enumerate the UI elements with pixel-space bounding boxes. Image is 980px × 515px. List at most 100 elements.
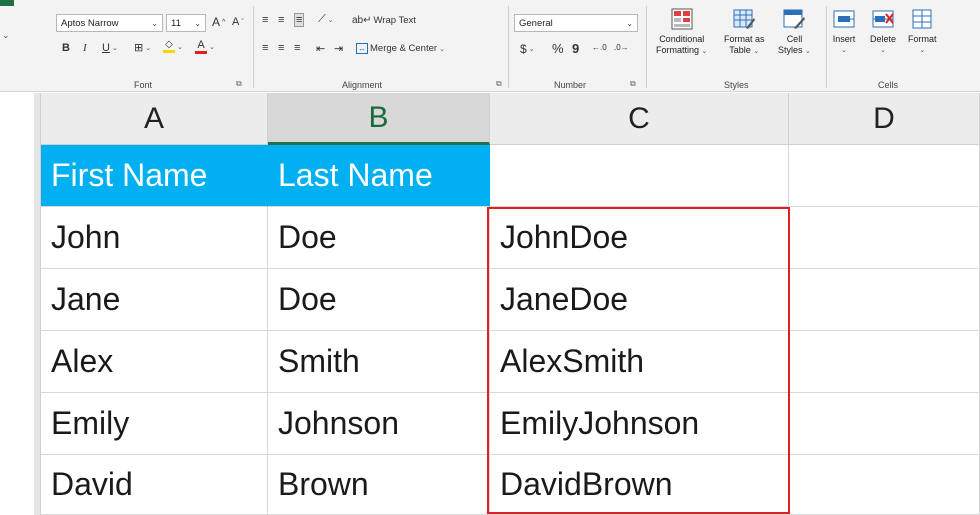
bold-button[interactable]: B [62,42,70,54]
comma-style-button[interactable]: 9 [572,41,579,56]
bottom-align-icon[interactable]: ≡ [294,13,305,27]
cell-a2[interactable]: John [41,207,268,269]
cell-d3[interactable] [789,269,980,331]
cell-b6[interactable]: Brown [268,455,490,515]
format-cells-icon [912,9,932,29]
font-name-combo[interactable]: Aptos Narrow ⌄ [56,14,163,32]
wrap-text-icon: ab↵ [352,15,372,26]
decrease-decimal-icon[interactable]: .0→ [614,43,629,52]
chevron-down-icon: ⌄ [194,18,201,28]
delete-cells-icon [872,10,894,28]
cell-d5[interactable] [789,393,980,455]
chevron-down-icon: ⌄ [880,47,886,54]
cells-group: Insert ⌄ Delete ⌄ Format ⌄ Cells [828,0,980,92]
column-header-b[interactable]: B [268,93,490,145]
font-group: Aptos Narrow ⌄ 11 ⌄ A ^ Aˇ B I U ⌄ ⊞ ⌄ ◇ ⌄ … [50,0,250,92]
underline-button[interactable]: U ⌄ [102,42,118,54]
cell-a4[interactable]: Alex [41,331,268,393]
number-dialog-launcher-icon[interactable]: ⧉ [630,79,636,89]
borders-button[interactable]: ⊞ ⌄ [134,41,151,54]
align-left-icon[interactable]: ≡ [262,42,268,54]
cell-c6[interactable]: DavidBrown [490,455,789,515]
font-size-value: 11 [171,17,181,29]
chevron-down-icon: ⌄ [528,46,535,53]
chevron-down-icon: ⌄ [151,18,158,28]
orientation-button[interactable]: ⟋ ⌄ [318,13,334,26]
currency-format-button[interactable]: $ ⌄ [520,42,535,56]
number-format-value: General [519,17,553,29]
middle-align-icon[interactable]: ≡ [278,14,284,26]
cell-c5[interactable]: EmilyJohnson [490,393,789,455]
cell-d6[interactable] [789,455,980,515]
styles-group-label: Styles [724,80,749,90]
worksheet-grid: A B C D First Name Last Name John Doe Jo… [0,93,980,515]
ribbon: ⌄ Aptos Narrow ⌄ 11 ⌄ A ^ Aˇ B I U ⌄ ⊞ ⌄ ◇ … [0,0,980,92]
cell-a5[interactable]: Emily [41,393,268,455]
chevron-down-icon: ⌄ [919,47,926,54]
conditional-formatting-button[interactable]: Conditional Formatting ⌄ [656,8,707,57]
cell-b5[interactable]: Johnson [268,393,490,455]
chevron-down-icon: ⌄ [439,45,445,53]
cell-b3[interactable]: Doe [268,269,490,331]
cell-b1[interactable]: Last Name [268,145,490,207]
increase-decimal-icon[interactable]: ←.0 [592,43,607,52]
alignment-group: ≡ ≡ ≡ ⟋ ⌄ ab↵ Wrap Text ≡ ≡ ≡ ⇤ ⇥ ↔ Merge… [256,0,506,92]
align-right-icon[interactable]: ≡ [294,42,300,54]
cells-group-label: Cells [878,80,899,90]
chevron-down-icon: ⌄ [145,44,152,52]
chevron-down-icon: ⌄ [841,47,847,54]
column-header-d[interactable]: D [789,93,980,145]
format-as-table-button[interactable]: Format as Table ⌄ [724,8,765,57]
chevron-down-icon: ⌄ [327,16,334,24]
cell-a6[interactable]: David [41,455,268,515]
chevron-down-icon: ⌄ [111,45,118,52]
delete-cells-button[interactable]: Delete ⌄ [870,8,896,56]
format-cells-button[interactable]: Format ⌄ [908,8,937,56]
merge-center-button[interactable]: ↔ Merge & Center ⌄ [356,43,445,54]
number-format-combo[interactable]: General ⌄ [514,14,638,32]
insert-cells-button[interactable]: Insert ⌄ [832,8,856,56]
cell-d2[interactable] [789,207,980,269]
ribbon-tab-indicator [0,0,14,6]
column-header-a[interactable]: A [41,93,268,145]
font-group-label: Font [134,80,153,90]
chevron-down-icon: ⌄ [626,18,633,28]
cell-c1[interactable] [490,145,789,207]
align-center-icon[interactable]: ≡ [278,42,284,54]
font-color-button[interactable]: A ⌄ [195,40,215,54]
increase-indent-icon[interactable]: ⇥ [334,42,343,55]
column-header-c[interactable]: C [490,93,789,145]
group-divider [508,6,509,88]
cell-a3[interactable]: Jane [41,269,268,331]
alignment-group-label: Alignment [342,80,383,90]
decrease-indent-icon[interactable]: ⇤ [316,42,325,55]
font-dialog-launcher-icon[interactable]: ⧉ [236,79,242,89]
merge-icon: ↔ [356,43,368,54]
cell-b4[interactable]: Smith [268,331,490,393]
italic-button[interactable]: I [83,42,87,54]
font-size-combo[interactable]: 11 ⌄ [166,14,206,32]
cell-c4[interactable]: AlexSmith [490,331,789,393]
cell-a1[interactable]: First Name [41,145,268,207]
top-align-icon[interactable]: ≡ [262,14,268,26]
increase-font-size-button[interactable]: A ^ [212,15,225,29]
alignment-dialog-launcher-icon[interactable]: ⧉ [496,79,502,89]
font-name-value: Aptos Narrow [61,17,119,29]
group-divider [826,6,827,88]
cell-d4[interactable] [789,331,980,393]
fill-bucket-icon: ◇ [163,40,175,53]
cell-c3[interactable]: JaneDoe [490,269,789,331]
cell-styles-button[interactable]: Cell Styles ⌄ [778,8,811,57]
ribbon-scroll-left-icon[interactable]: ⌄ [2,30,10,41]
conditional-formatting-icon [671,8,693,30]
wrap-text-button[interactable]: ab↵ Wrap Text [352,15,416,26]
row-header-strip[interactable] [34,93,41,515]
decrease-font-size-button[interactable]: Aˇ [232,16,244,28]
percent-style-button[interactable]: % [552,41,564,56]
cell-d1[interactable] [789,145,980,207]
fill-color-button[interactable]: ◇ ⌄ [163,40,183,53]
cell-b2[interactable]: Doe [268,207,490,269]
cell-c2[interactable]: JohnDoe [490,207,789,269]
chevron-down-icon: ⌄ [209,44,215,51]
orientation-icon: ⟋ [318,13,326,25]
